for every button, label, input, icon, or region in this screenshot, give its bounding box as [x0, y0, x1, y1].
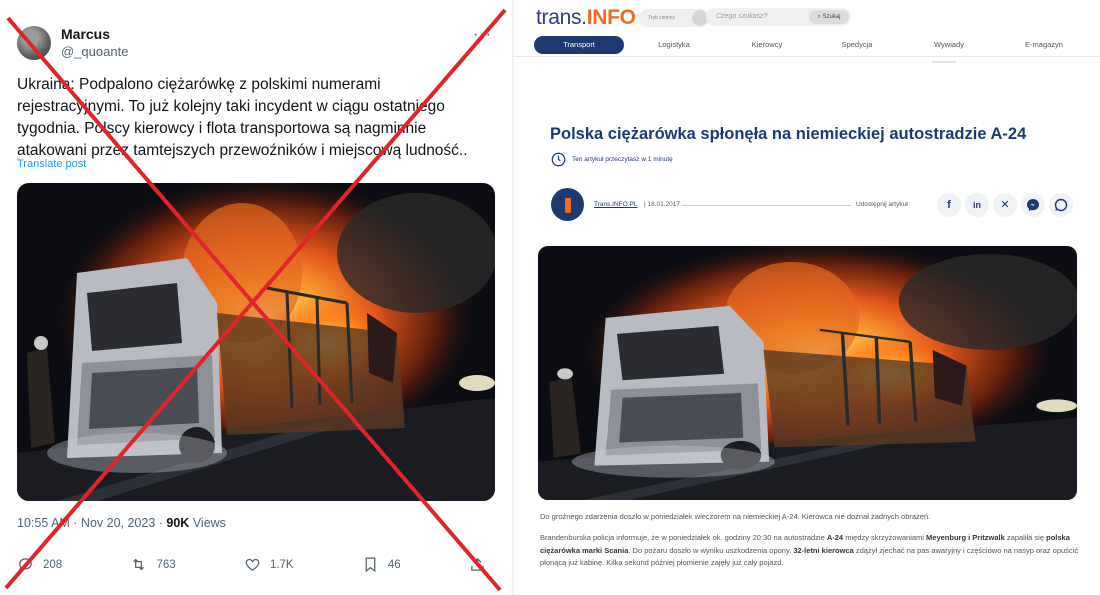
- body-part-4: . Do pożaru doszło w wyniku uszkodzenia …: [628, 545, 794, 555]
- read-time-label: Ten artykuł przeczytasz w 1 minutę: [572, 156, 673, 163]
- repost-icon: [133, 558, 145, 571]
- body-part-1: Brandenburska policja informuje, że w po…: [540, 533, 827, 542]
- more-options-icon[interactable]: ···: [473, 26, 492, 44]
- nav-item-e-magazyn[interactable]: E-magazyn: [1009, 36, 1079, 54]
- nav-scroll-indicator: [932, 61, 956, 63]
- search-button[interactable]: ⌕ Szukaj: [809, 10, 849, 24]
- share-button[interactable]: [469, 556, 495, 573]
- tweet-timestamp: 10:55 AM · Nov 20, 2023 · 90K Views: [17, 516, 226, 530]
- author-link[interactable]: Trans.INFO.PL: [594, 201, 637, 208]
- tweet-author-handle[interactable]: @_quoante: [61, 43, 128, 60]
- x-icon[interactable]: ✕: [993, 193, 1017, 217]
- dark-mode-label: Tryb ciemny: [648, 15, 676, 21]
- nav-item-kierowcy[interactable]: Kierowcy: [732, 36, 802, 54]
- logo-main-text: trans.: [536, 6, 587, 29]
- nav-item-spedycja[interactable]: Spedycja: [822, 36, 892, 54]
- like-count: 1.7K: [269, 558, 294, 571]
- bookmark-count: 46: [387, 558, 401, 571]
- body-part-2: między skrzyżowaniami: [843, 533, 927, 542]
- messenger-icon[interactable]: [1021, 193, 1045, 217]
- main-nav: Transport Logistyka Kierowcy Spedycja Wy…: [514, 33, 1100, 57]
- article-page: trans.INFO Tryb ciemny Czego szukasz? ⌕ …: [514, 0, 1100, 595]
- body-driver: 32-letni kierowca: [793, 545, 854, 555]
- body-part-3: zapaliła się: [1004, 533, 1047, 542]
- site-logo[interactable]: trans.INFO: [536, 6, 636, 30]
- search-button-label: Szukaj: [822, 14, 841, 20]
- nav-item-logistyka[interactable]: Logistyka: [639, 36, 709, 54]
- tweet-card: Marcus @_quoante ··· Ukraina: Podpalono …: [0, 0, 512, 595]
- read-time: Ten artykuł przeczytasz w 1 minutę: [551, 152, 673, 167]
- facebook-icon[interactable]: f: [937, 193, 961, 217]
- logo-accent-text: INFO: [586, 6, 636, 29]
- byline-divider: [681, 205, 851, 206]
- tweet-actions: 208 763 1.7K 46: [17, 556, 495, 573]
- share-label: Udostępnij artykuł: [856, 201, 908, 208]
- repost-button[interactable]: 763: [130, 556, 176, 573]
- nav-item-wywiady[interactable]: Wywiady: [914, 36, 984, 54]
- search-bar[interactable]: Czego szukasz? ⌕ Szukaj: [706, 8, 851, 26]
- tweet-author-name[interactable]: Marcus: [61, 26, 128, 43]
- avatar[interactable]: [17, 26, 51, 60]
- tweet-views-label: Views: [192, 516, 226, 530]
- translate-post-link[interactable]: Translate post: [17, 158, 86, 170]
- tweet-text: Ukraina: Podpalono ciężarówkę z polskimi…: [17, 76, 468, 159]
- reply-icon: [18, 558, 32, 572]
- body-places: Meyenburg i Pritzwalk: [926, 533, 1005, 542]
- repost-count: 763: [156, 558, 176, 571]
- bookmark-button[interactable]: 46: [362, 556, 401, 573]
- share-icon: [471, 557, 484, 571]
- like-button[interactable]: 1.7K: [244, 556, 294, 573]
- dark-mode-toggle[interactable]: Tryb ciemny: [639, 9, 709, 27]
- clock-icon: [551, 152, 566, 167]
- tweet-photo[interactable]: [17, 183, 495, 501]
- article-body: Brandenburska policja informuje, że w po…: [540, 532, 1080, 570]
- author-avatar[interactable]: [551, 188, 584, 221]
- reply-button[interactable]: 208: [17, 556, 62, 573]
- site-header: trans.INFO Tryb ciemny Czego szukasz? ⌕ …: [514, 0, 1100, 34]
- article-photo[interactable]: [538, 246, 1077, 500]
- article-date: | 18.01.2017: [644, 201, 681, 208]
- article-title: Polska ciężarówka spłonęła na niemieckie…: [550, 125, 1027, 143]
- search-input[interactable]: Czego szukasz?: [716, 13, 767, 20]
- tweet-time-date[interactable]: 10:55 AM · Nov 20, 2023 ·: [17, 516, 166, 530]
- tweet-views-count: 90K: [166, 516, 190, 530]
- article-byline: Trans.INFO.PL | 18.01.2017 Udostępnij ar…: [551, 188, 1081, 222]
- linkedin-icon[interactable]: in: [965, 193, 989, 217]
- tweet-header: Marcus @_quoante: [17, 26, 128, 60]
- reply-count: 208: [43, 558, 63, 571]
- article-lead: Do groźnego zdarzenia doszło w poniedzia…: [540, 512, 931, 521]
- bookmark-icon: [365, 557, 376, 573]
- like-icon: [245, 558, 260, 571]
- nav-item-transport[interactable]: Transport: [534, 36, 624, 54]
- body-a24: A-24: [826, 533, 844, 542]
- whatsapp-icon[interactable]: [1049, 193, 1073, 217]
